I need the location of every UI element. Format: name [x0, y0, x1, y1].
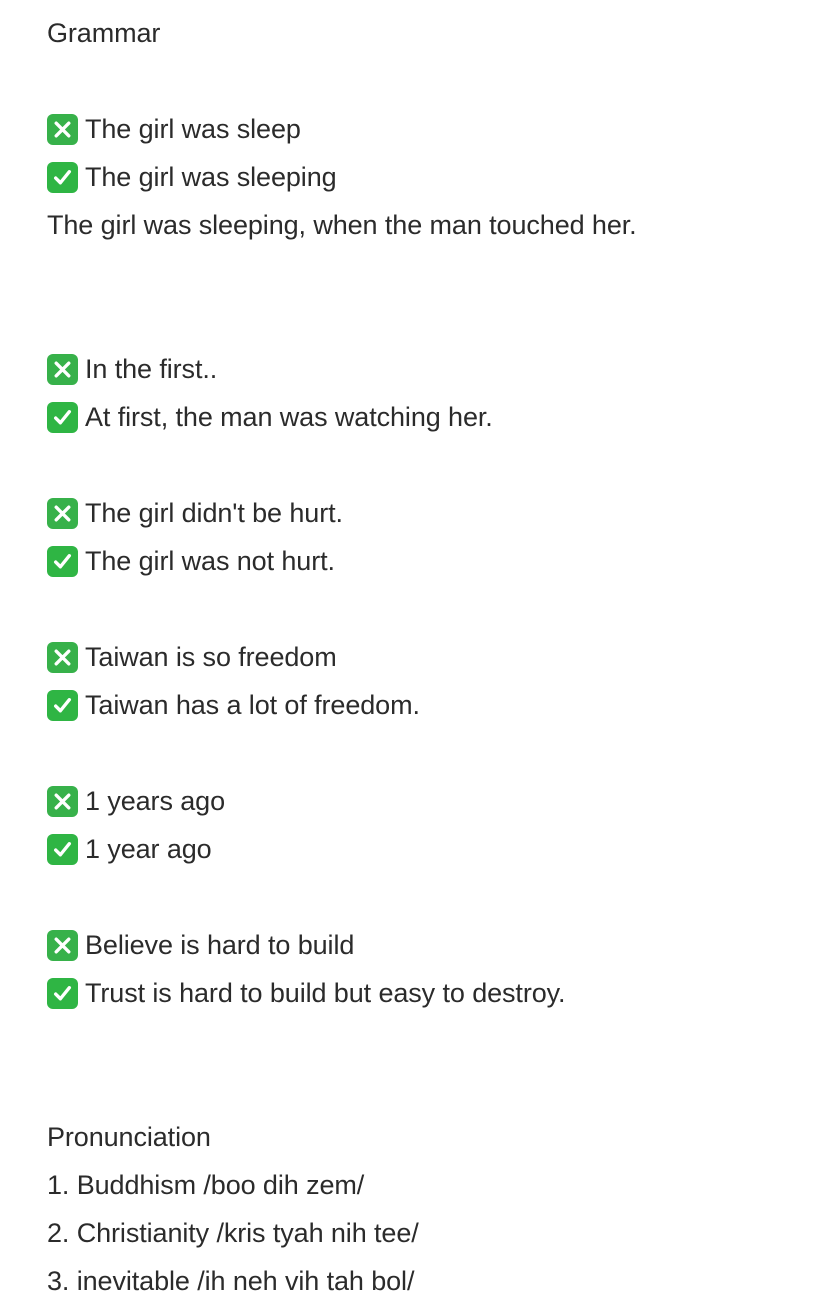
pair-right-text: 1 year ago	[85, 834, 212, 864]
pair-wrong-text: 1 years ago	[85, 786, 225, 816]
pair-wrong-text: In the first..	[85, 354, 218, 384]
pair-right-line: The girl was not hurt.	[47, 541, 335, 581]
pronunciation-item: 3. inevitable /ih neh vih tah bol/	[47, 1266, 415, 1296]
pair-right-text: The girl was not hurt.	[85, 546, 335, 576]
check-mark-icon	[47, 161, 78, 193]
pair-wrong-text: The girl didn't be hurt.	[85, 498, 343, 528]
pair-right-text: At first, the man was watching her.	[85, 402, 493, 432]
check-mark-icon	[47, 401, 78, 433]
check-mark-icon	[47, 689, 78, 721]
pair-right-line: 1 year ago	[47, 829, 212, 869]
intro-example: The girl was sleeping, when the man touc…	[47, 210, 637, 240]
pronunciation-item: 2. Christianity /kris tyah nih tee/	[47, 1218, 419, 1248]
pair-wrong-line: Taiwan is so freedom	[47, 637, 337, 677]
pronunciation-item: 1. Buddhism /boo dih zem/	[47, 1170, 365, 1200]
intro-wrong-text: The girl was sleep	[85, 114, 301, 144]
pair-right-line: Taiwan has a lot of freedom.	[47, 685, 420, 725]
grammar-heading: Grammar	[47, 18, 161, 48]
cross-mark-icon	[47, 497, 78, 529]
check-mark-icon	[47, 833, 78, 865]
cross-mark-icon	[47, 785, 78, 817]
pair-right-text: Taiwan has a lot of freedom.	[85, 690, 420, 720]
pair-wrong-text: Believe is hard to build	[85, 930, 355, 960]
pair-right-line: Trust is hard to build but easy to destr…	[47, 973, 566, 1013]
pair-wrong-text: Taiwan is so freedom	[85, 642, 337, 672]
cross-mark-icon	[47, 929, 78, 961]
pair-right-line: At first, the man was watching her.	[47, 397, 493, 437]
cross-mark-icon	[47, 353, 78, 385]
intro-right-line: The girl was sleeping	[47, 157, 337, 197]
intro-wrong-line: The girl was sleep	[47, 109, 301, 149]
cross-mark-icon	[47, 641, 78, 673]
pair-wrong-line: Believe is hard to build	[47, 925, 354, 965]
pronunciation-heading: Pronunciation	[47, 1122, 211, 1152]
pair-wrong-line: In the first..	[47, 349, 217, 389]
pair-wrong-line: The girl didn't be hurt.	[47, 493, 343, 533]
cross-mark-icon	[47, 113, 78, 145]
intro-right-text: The girl was sleeping	[85, 162, 337, 192]
check-mark-icon	[47, 545, 78, 577]
pair-wrong-line: 1 years ago	[47, 781, 225, 821]
pair-right-text: Trust is hard to build but easy to destr…	[85, 978, 566, 1008]
check-mark-icon	[47, 977, 78, 1009]
